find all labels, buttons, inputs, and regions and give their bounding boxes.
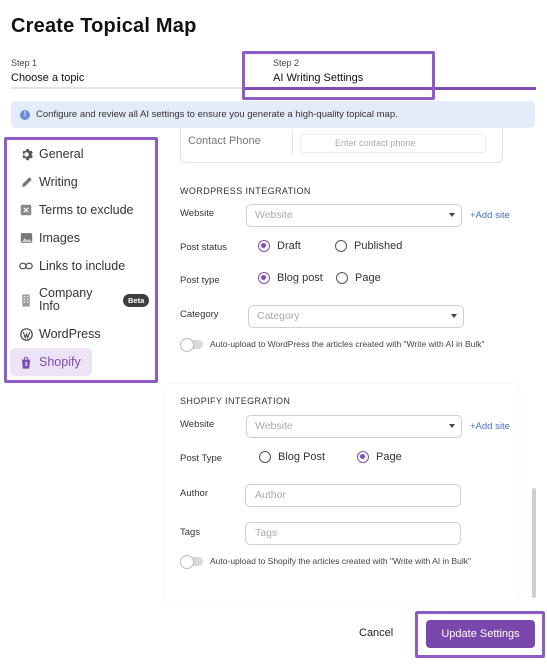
chevron-down-icon — [449, 424, 455, 428]
shopify-author-label: Author — [180, 488, 208, 499]
wp-website-placeholder: Website — [255, 209, 293, 221]
step-1-number: Step 1 — [11, 58, 38, 68]
wp-auto-upload-toggle[interactable] — [180, 338, 203, 352]
wp-type-blogpost-radio[interactable]: Blog post — [258, 272, 323, 284]
sidebar-item-label: Shopify — [39, 355, 81, 369]
shopify-tags-label: Tags — [180, 527, 201, 538]
settings-sidebar: General Writing Terms to exclude Images … — [10, 140, 156, 376]
radio-label: Page — [376, 451, 402, 463]
radio-empty-icon — [259, 451, 271, 463]
sidebar-item-shopify[interactable]: Shopify — [10, 348, 92, 376]
radio-selected-icon — [258, 240, 270, 252]
divider — [292, 130, 293, 154]
wp-category-select[interactable]: Category — [248, 305, 464, 328]
sidebar-item-company-info[interactable]: Company Info Beta — [10, 280, 156, 320]
dialog-title: Create Topical Map — [11, 15, 197, 37]
wp-type-page-radio[interactable]: Page — [336, 272, 381, 284]
shopify-tags-input[interactable]: Tags — [245, 522, 461, 545]
radio-empty-icon — [335, 240, 347, 252]
sidebar-item-label: WordPress — [39, 327, 101, 341]
wp-post-type-label: Post type — [180, 275, 220, 286]
radio-label: Published — [354, 240, 403, 252]
sidebar-item-wordpress[interactable]: WordPress — [10, 320, 156, 348]
pen-icon — [19, 175, 33, 189]
update-settings-button[interactable]: Update Settings — [426, 620, 535, 648]
gear-icon — [19, 147, 33, 161]
shopify-author-input[interactable]: Author — [245, 484, 461, 507]
radio-label: Blog post — [277, 272, 323, 284]
shopify-website-placeholder: Website — [255, 420, 293, 432]
chevron-down-icon — [449, 213, 455, 217]
building-icon — [19, 293, 33, 307]
step-2-number: Step 2 — [273, 58, 300, 68]
sidebar-item-terms-to-exclude[interactable]: Terms to exclude — [10, 196, 156, 224]
wordpress-icon — [19, 327, 33, 341]
shopify-website-select[interactable]: Website — [246, 415, 462, 438]
shopify-section-title: SHOPIFY INTEGRATION — [180, 396, 291, 406]
sidebar-item-links-to-include[interactable]: Links to include — [10, 252, 156, 280]
wp-category-label: Category — [180, 309, 219, 320]
radio-label: Page — [355, 272, 381, 284]
scrollbar[interactable] — [532, 488, 536, 598]
sidebar-item-label: Company Info — [39, 286, 93, 313]
sidebar-item-label: Images — [39, 231, 80, 245]
wp-auto-upload-text: Auto-upload to WordPress the articles cr… — [210, 339, 485, 349]
step-2-name: AI Writing Settings — [273, 72, 364, 84]
sidebar-item-label: Terms to exclude — [39, 203, 134, 217]
beta-badge: Beta — [123, 293, 150, 307]
shopify-icon — [19, 355, 33, 369]
link-icon — [19, 259, 33, 273]
x-square-icon — [19, 203, 33, 217]
wordpress-section-title: WORDPRESS INTEGRATION — [180, 186, 311, 196]
radio-selected-icon — [357, 451, 369, 463]
sidebar-item-label: General — [39, 147, 84, 161]
shopify-auto-upload-toggle[interactable] — [180, 555, 203, 569]
chevron-down-icon — [451, 314, 457, 318]
shopify-type-blogpost-radio[interactable]: Blog Post — [259, 451, 325, 463]
sidebar-item-images[interactable]: Images — [10, 224, 156, 252]
info-icon: ! — [20, 109, 30, 120]
wp-status-draft-radio[interactable]: Draft — [258, 240, 301, 252]
radio-selected-icon — [258, 272, 270, 284]
radio-empty-icon — [336, 272, 348, 284]
contact-phone-label: Contact Phone — [188, 135, 261, 147]
radio-label: Blog Post — [278, 451, 326, 463]
info-banner: ! Configure and review all AI settings t… — [11, 101, 535, 128]
contact-phone-input[interactable]: Enter contact phone — [300, 134, 486, 153]
info-banner-text: Configure and review all AI settings to … — [36, 109, 398, 120]
wp-post-status-label: Post status — [180, 242, 227, 253]
shopify-type-page-radio[interactable]: Page — [357, 451, 402, 463]
wp-status-published-radio[interactable]: Published — [335, 240, 402, 252]
sidebar-item-label: Links to include — [39, 259, 126, 273]
step-1-name: Choose a topic — [11, 72, 85, 84]
step-progress-active — [242, 87, 536, 90]
radio-label: Draft — [277, 240, 301, 252]
shopify-add-site-link[interactable]: +Add site — [470, 421, 510, 432]
sidebar-item-label: Writing — [39, 175, 78, 189]
shopify-website-label: Website — [180, 419, 215, 430]
wp-website-select[interactable]: Website — [246, 204, 462, 227]
cancel-button[interactable]: Cancel — [359, 627, 393, 639]
step-1[interactable]: Step 1 Choose a topic — [11, 58, 84, 84]
shopify-auto-upload-text: Auto-upload to Shopify the articles crea… — [210, 556, 472, 566]
wp-add-site-link[interactable]: +Add site — [470, 210, 510, 221]
image-icon — [19, 231, 33, 245]
wp-website-label: Website — [180, 208, 215, 219]
wp-category-placeholder: Category — [257, 310, 300, 322]
sidebar-item-general[interactable]: General — [10, 140, 156, 168]
step-2[interactable]: Step 2 AI Writing Settings — [273, 58, 363, 84]
sidebar-item-writing[interactable]: Writing — [10, 168, 156, 196]
shopify-post-type-label: Post Type — [180, 453, 223, 464]
